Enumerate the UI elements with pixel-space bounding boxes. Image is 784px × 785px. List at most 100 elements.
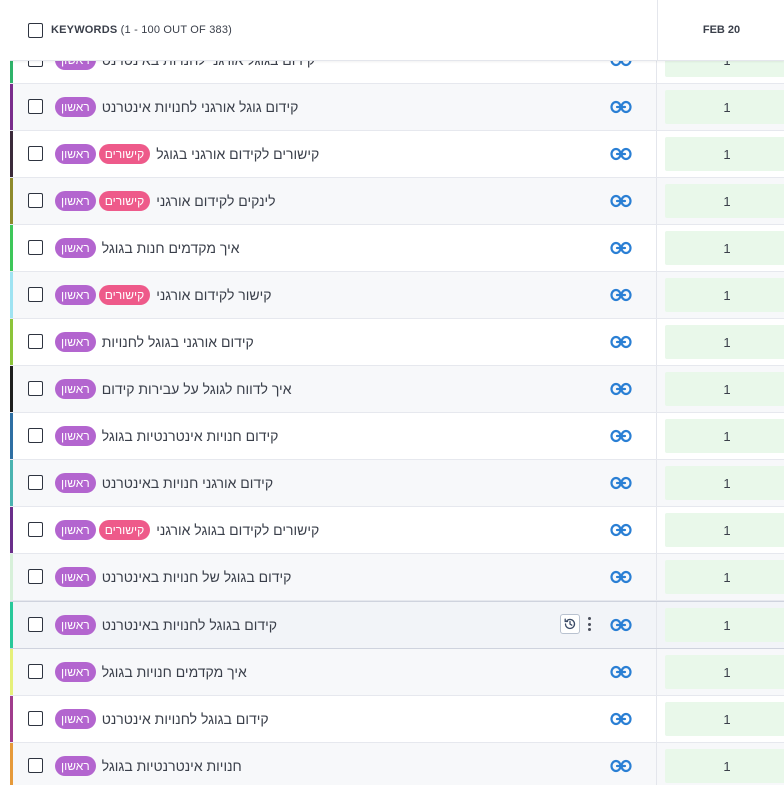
row-checkbox[interactable] <box>28 569 43 584</box>
rank-cell[interactable]: 1 <box>665 184 784 218</box>
keywords-title: KEYWORDS (1 - 100 OUT OF 383) <box>51 24 232 36</box>
rank-cell[interactable]: 1 <box>665 419 784 453</box>
table-row[interactable]: ראשון קידום גוגל אורגני לחנויות אינטרנט 1 <box>10 84 784 131</box>
rank-cell[interactable]: 1 <box>665 231 784 265</box>
link-icon[interactable] <box>610 520 632 540</box>
tag-badge[interactable]: ראשון <box>55 709 96 729</box>
link-icon[interactable] <box>610 426 632 446</box>
keyword-text[interactable]: קידום אורגני חנויות באינטרנט <box>102 475 273 491</box>
tag-badge[interactable]: ראשון <box>55 285 96 305</box>
table-row[interactable]: ראשון קידום חנויות אינטרנטיות בגוגל 1 <box>10 413 784 460</box>
keyword-text[interactable]: איך לדווח לגוגל על עבירות קידום <box>102 381 292 397</box>
table-row[interactable]: ראשון קישורים קישורים לקידום אורגני בגוגל 1 <box>10 131 784 178</box>
tag-badge[interactable]: קישורים <box>98 191 151 211</box>
keyword-text[interactable]: קידום בגוגל לחנויות אינטרנט <box>102 711 269 727</box>
link-icon[interactable] <box>610 662 632 682</box>
tag-badge[interactable]: ראשון <box>55 615 96 635</box>
link-icon[interactable] <box>610 97 632 117</box>
tag-badge[interactable]: ראשון <box>55 473 96 493</box>
table-row[interactable]: ראשון קידום אורגני חנויות באינטרנט 1 <box>10 460 784 507</box>
rank-cell[interactable]: 1 <box>665 137 784 171</box>
keyword-text[interactable]: לינקים לקידום אורגני <box>156 193 275 209</box>
row-checkbox[interactable] <box>28 617 43 632</box>
tag-badge[interactable]: ראשון <box>55 191 96 211</box>
tag-badge[interactable]: ראשון <box>55 567 96 587</box>
row-checkbox[interactable] <box>28 240 43 255</box>
row-checkbox[interactable] <box>28 146 43 161</box>
keyword-text[interactable]: קידום אורגני בגוגל לחנויות <box>102 334 254 350</box>
rank-cell[interactable]: 1 <box>665 325 784 359</box>
rank-cell[interactable]: 1 <box>665 560 784 594</box>
row-checkbox[interactable] <box>28 711 43 726</box>
tag-badge[interactable]: ראשון <box>55 238 96 258</box>
link-icon[interactable] <box>610 709 632 729</box>
tag-badge[interactable]: ראשון <box>55 97 96 117</box>
rank-cell[interactable]: 1 <box>665 608 784 642</box>
table-row[interactable]: ראשון קידום בגוגל של חנויות באינטרנט 1 <box>10 554 784 601</box>
tag-badge[interactable]: ראשון <box>55 756 96 776</box>
keyword-text[interactable]: קישורים לקידום בגוגל אורגני <box>156 522 319 538</box>
keyword-text[interactable]: קידום בגוגל לחנויות באינטרנט <box>102 617 277 633</box>
row-checkbox[interactable] <box>28 758 43 773</box>
keyword-text[interactable]: קישור לקידום אורגני <box>156 287 271 303</box>
table-row[interactable]: ראשון קידום בגוגל לחנויות באינטרנט 1 <box>10 601 784 649</box>
row-checkbox[interactable] <box>28 193 43 208</box>
keyword-text[interactable]: חנויות אינטרנטיות בגוגל <box>102 758 242 774</box>
keyword-text[interactable]: קידום חנויות אינטרנטיות בגוגל <box>102 428 279 444</box>
tag-badge[interactable]: ראשון <box>55 662 96 682</box>
tag-badge[interactable]: קישורים <box>98 285 151 305</box>
row-checkbox[interactable] <box>28 522 43 537</box>
tag-badge[interactable]: ראשון <box>55 426 96 446</box>
rank-cell[interactable]: 1 <box>665 655 784 689</box>
tag-badge[interactable]: ראשון <box>55 332 96 352</box>
row-checkbox[interactable] <box>28 99 43 114</box>
more-options-icon[interactable] <box>586 617 592 631</box>
table-row[interactable]: ראשון איך לדווח לגוגל על עבירות קידום 1 <box>10 366 784 413</box>
keyword-text[interactable]: קידום גוגל אורגני לחנויות אינטרנט <box>102 99 299 115</box>
keyword-text[interactable]: איך מקדמים חנויות בגוגל <box>102 664 247 680</box>
rank-cell[interactable]: 1 <box>665 749 784 783</box>
tag-badge[interactable]: ראשון <box>55 520 96 540</box>
rank-cell[interactable]: 1 <box>665 278 784 312</box>
keyword-text[interactable]: איך מקדמים חנות בגוגל <box>102 240 240 256</box>
rank-cell[interactable]: 1 <box>665 702 784 736</box>
table-row[interactable]: ראשון איך מקדמים חנות בגוגל 1 <box>10 225 784 272</box>
link-icon[interactable] <box>610 238 632 258</box>
row-checkbox[interactable] <box>28 334 43 349</box>
link-icon[interactable] <box>610 567 632 587</box>
table-row[interactable]: ראשון קישורים קישור לקידום אורגני 1 <box>10 272 784 319</box>
row-actions <box>560 614 592 634</box>
link-icon[interactable] <box>610 191 632 211</box>
tag-badge[interactable]: ראשון <box>55 379 96 399</box>
rank-cell[interactable]: 1 <box>665 466 784 500</box>
row-checkbox[interactable] <box>28 475 43 490</box>
history-icon[interactable] <box>560 614 580 634</box>
rank-cell[interactable]: 1 <box>665 513 784 547</box>
table-row[interactable]: ראשון איך מקדמים חנויות בגוגל 1 <box>10 649 784 696</box>
row-checkbox[interactable] <box>28 287 43 302</box>
link-icon[interactable] <box>610 615 632 635</box>
row-checkbox[interactable] <box>28 381 43 396</box>
table-row[interactable]: ראשון קידום בגוגל לחנויות אינטרנט 1 <box>10 696 784 743</box>
date-column-header[interactable]: FEB 20 <box>657 0 784 60</box>
link-icon[interactable] <box>610 332 632 352</box>
link-icon[interactable] <box>610 285 632 305</box>
link-icon[interactable] <box>610 379 632 399</box>
select-all-checkbox[interactable] <box>28 22 43 38</box>
link-icon[interactable] <box>610 473 632 493</box>
link-icon[interactable] <box>610 756 632 776</box>
tag-badge[interactable]: קישורים <box>98 520 151 540</box>
table-row[interactable]: ראשון קידום אורגני בגוגל לחנויות 1 <box>10 319 784 366</box>
link-icon[interactable] <box>610 144 632 164</box>
tag-badge[interactable]: קישורים <box>98 144 151 164</box>
table-row[interactable]: ראשון קישורים לינקים לקידום אורגני 1 <box>10 178 784 225</box>
tag-badge[interactable]: ראשון <box>55 144 96 164</box>
table-row[interactable]: ראשון קישורים קישורים לקידום בגוגל אורגני 1 <box>10 507 784 554</box>
keyword-text[interactable]: קישורים לקידום אורגני בגוגל <box>156 146 319 162</box>
table-row[interactable]: ראשון חנויות אינטרנטיות בגוגל 1 <box>10 743 784 785</box>
keyword-text[interactable]: קידום בגוגל של חנויות באינטרנט <box>102 569 292 585</box>
rank-cell[interactable]: 1 <box>665 372 784 406</box>
rank-cell[interactable]: 1 <box>665 90 784 124</box>
row-checkbox[interactable] <box>28 428 43 443</box>
row-checkbox[interactable] <box>28 664 43 679</box>
